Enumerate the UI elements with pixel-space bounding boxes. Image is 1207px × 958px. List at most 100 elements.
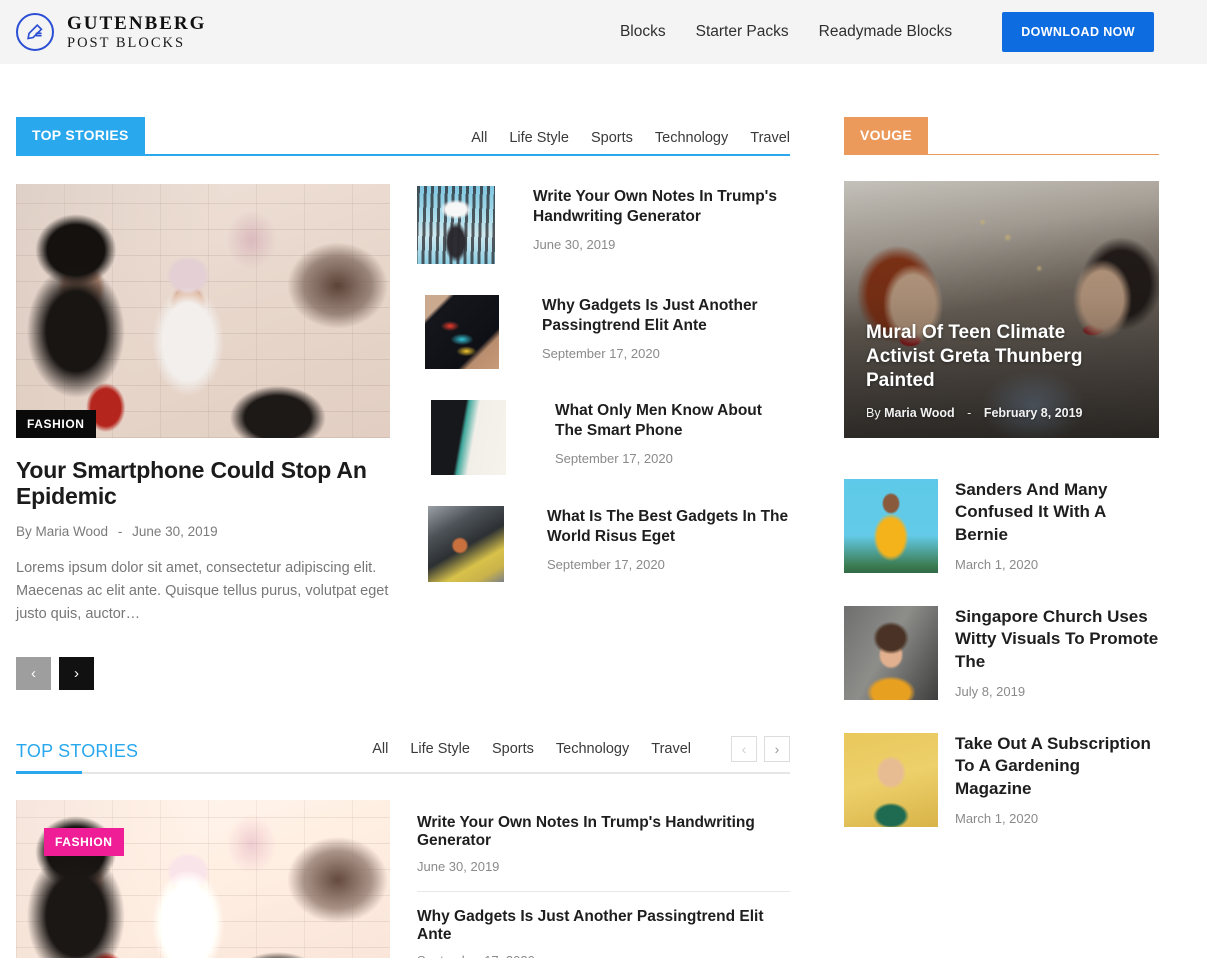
list-item[interactable]: Sanders And Many Confused It With A Bern… xyxy=(844,479,1159,573)
list-item-title[interactable]: Why Gadgets Is Just Another Passingtrend… xyxy=(542,296,790,337)
brand-name-primary: GUTENBERG xyxy=(67,13,207,35)
author-prefix: By xyxy=(866,406,881,420)
filter-tab-sports[interactable]: Sports xyxy=(492,741,534,757)
pagination-prev-button[interactable]: ‹ xyxy=(731,735,757,762)
sidebar-featured-overlay: Mural Of Teen Climate Activist Greta Thu… xyxy=(866,321,1137,420)
author-name[interactable]: Maria Wood xyxy=(36,524,109,539)
sidebar-article-list: Sanders And Many Confused It With A Bern… xyxy=(844,479,1159,827)
category-badge-fashion[interactable]: FASHION xyxy=(16,410,96,438)
featured-article-image-2: FASHION xyxy=(16,799,390,958)
carousel-navigation: ‹ › xyxy=(16,656,390,690)
featured-article-card-2[interactable]: FASHION xyxy=(16,799,390,958)
featured-article-title[interactable]: Your Smartphone Could Stop An Epidemic xyxy=(16,457,390,510)
carousel-next-button[interactable]: › xyxy=(59,656,94,690)
sidebar-featured-card[interactable]: Mural Of Teen Climate Activist Greta Thu… xyxy=(844,181,1159,438)
main-column: TOP STORIES All Life Style Sports Techno… xyxy=(16,64,790,958)
section-title-top-stories-2: TOP STORIES xyxy=(16,740,139,761)
list-item-date: September 17, 2020 xyxy=(542,345,660,361)
brand-logo[interactable]: GUTENBERG POST BLOCKS xyxy=(16,13,206,51)
list-item-thumbnail xyxy=(844,479,938,573)
list-item-thumbnail xyxy=(431,400,506,475)
list-item-title[interactable]: Take Out A Subscription To A Gardening M… xyxy=(955,733,1159,800)
top-stories-list-2: Write Your Own Notes In Trump's Handwrit… xyxy=(417,800,790,958)
author-prefix: By xyxy=(16,523,32,539)
list-item-date: June 30, 2019 xyxy=(417,858,500,874)
pagination-next-button[interactable]: › xyxy=(764,735,790,762)
list-item-date: September 17, 2020 xyxy=(417,953,790,958)
author-name[interactable]: Maria Wood xyxy=(884,406,955,420)
sidebar-featured-meta: By Maria Wood - February 8, 2019 xyxy=(866,406,1137,420)
list-item-thumbnail xyxy=(425,295,499,369)
brand-name-secondary: POST BLOCKS xyxy=(67,34,186,51)
featured-row: FASHION Your Smartphone Could Stop An Ep… xyxy=(16,184,790,690)
sidebar-featured-title[interactable]: Mural Of Teen Climate Activist Greta Thu… xyxy=(866,321,1137,393)
list-item-title[interactable]: Write Your Own Notes In Trump's Handwrit… xyxy=(533,187,790,228)
pen-circle-icon xyxy=(16,13,54,51)
publish-date: June 30, 2019 xyxy=(132,523,218,539)
filter-tab-life-style[interactable]: Life Style xyxy=(410,741,470,757)
list-item-date: March 1, 2020 xyxy=(955,557,1039,573)
list-item[interactable]: What Is The Best Gadgets In The World Ri… xyxy=(417,506,790,582)
list-item[interactable]: Write Your Own Notes In Trump's Handwrit… xyxy=(417,186,790,264)
list-item-thumbnail xyxy=(417,186,495,264)
filter-tab-life-style[interactable]: Life Style xyxy=(509,130,569,146)
filter-tab-sports[interactable]: Sports xyxy=(591,130,633,146)
featured-article-card[interactable]: FASHION Your Smartphone Could Stop An Ep… xyxy=(16,184,390,690)
filter-tabs-2: All Life Style Sports Technology Travel … xyxy=(372,735,790,762)
carousel-prev-button[interactable]: ‹ xyxy=(16,656,51,690)
list-item-date: July 8, 2019 xyxy=(955,684,1026,700)
section-tag-top-stories: TOP STORIES xyxy=(16,117,145,154)
sidebar-column: VOUGE Mural Of Teen Climate Activist Gre… xyxy=(844,64,1159,827)
list-item[interactable]: What Only Men Know About The Smart Phone… xyxy=(417,400,790,475)
list-item[interactable]: Why Gadgets Is Just Another Passingtrend… xyxy=(417,892,790,958)
filter-tab-technology[interactable]: Technology xyxy=(655,130,728,146)
list-item-date: March 1, 2020 xyxy=(955,811,1039,827)
featured-article-meta: By Maria Wood - June 30, 2019 xyxy=(16,524,390,539)
meta-separator: - xyxy=(967,406,972,420)
chevron-left-icon: ‹ xyxy=(741,740,747,757)
chevron-right-icon: › xyxy=(774,740,780,757)
section-header-top-stories-2: TOP STORIES All Life Style Sports Techno… xyxy=(16,735,790,774)
filter-tabs: All Life Style Sports Technology Travel xyxy=(471,130,790,154)
category-badge-fashion[interactable]: FASHION xyxy=(44,827,124,856)
filter-tab-travel[interactable]: Travel xyxy=(651,741,691,757)
nav-item-starter-packs[interactable]: Starter Packs xyxy=(696,23,789,41)
nav-item-readymade-blocks[interactable]: Readymade Blocks xyxy=(819,23,953,41)
list-item-date: June 30, 2019 xyxy=(533,236,616,252)
section-header-top-stories: TOP STORIES All Life Style Sports Techno… xyxy=(16,117,790,156)
section-tag-vouge: VOUGE xyxy=(844,117,929,154)
list-item-title[interactable]: Write Your Own Notes In Trump's Handwrit… xyxy=(417,814,790,850)
list-item-date: September 17, 2020 xyxy=(547,556,665,572)
list-item[interactable]: Take Out A Subscription To A Gardening M… xyxy=(844,733,1159,827)
section-header-vouge: VOUGE xyxy=(844,117,1159,155)
list-item-title[interactable]: Sanders And Many Confused It With A Bern… xyxy=(955,479,1159,546)
filter-tab-travel[interactable]: Travel xyxy=(750,130,790,146)
meta-separator: - xyxy=(117,523,123,539)
list-item[interactable]: Why Gadgets Is Just Another Passingtrend… xyxy=(417,295,790,369)
filter-tab-technology[interactable]: Technology xyxy=(556,741,629,757)
filter-tab-all[interactable]: All xyxy=(471,130,487,146)
list-item-title[interactable]: Singapore Church Uses Witty Visuals To P… xyxy=(955,606,1159,673)
download-now-button[interactable]: DOWNLOAD NOW xyxy=(1002,12,1154,52)
list-item-title[interactable]: What Only Men Know About The Smart Phone xyxy=(555,401,790,442)
top-stories-list: Write Your Own Notes In Trump's Handwrit… xyxy=(417,184,790,690)
list-item-thumbnail xyxy=(844,606,938,700)
featured-row-2: FASHION Write Your Own Notes In Trump's … xyxy=(16,799,790,958)
pagination-arrows: ‹ › xyxy=(731,735,790,762)
section-underline-accent xyxy=(16,770,82,774)
list-item-thumbnail xyxy=(844,733,938,827)
list-item-date: September 17, 2020 xyxy=(555,450,673,466)
nav-item-blocks[interactable]: Blocks xyxy=(620,23,666,41)
list-item[interactable]: Singapore Church Uses Witty Visuals To P… xyxy=(844,606,1159,700)
list-item[interactable]: Write Your Own Notes In Trump's Handwrit… xyxy=(417,806,790,892)
featured-article-excerpt: Lorems ipsum dolor sit amet, consectetur… xyxy=(16,559,389,623)
list-item-title[interactable]: Why Gadgets Is Just Another Passingtrend… xyxy=(417,908,790,944)
page-body: TOP STORIES All Life Style Sports Techno… xyxy=(0,64,1207,958)
list-item-title[interactable]: What Is The Best Gadgets In The World Ri… xyxy=(547,507,790,548)
site-header: GUTENBERG POST BLOCKS Blocks Starter Pac… xyxy=(0,0,1207,64)
publish-date: February 8, 2019 xyxy=(983,406,1083,420)
featured-article-image: FASHION xyxy=(16,184,390,438)
filter-tab-all[interactable]: All xyxy=(372,741,388,757)
chevron-right-icon: › xyxy=(74,664,79,682)
list-item-thumbnail xyxy=(428,506,504,582)
